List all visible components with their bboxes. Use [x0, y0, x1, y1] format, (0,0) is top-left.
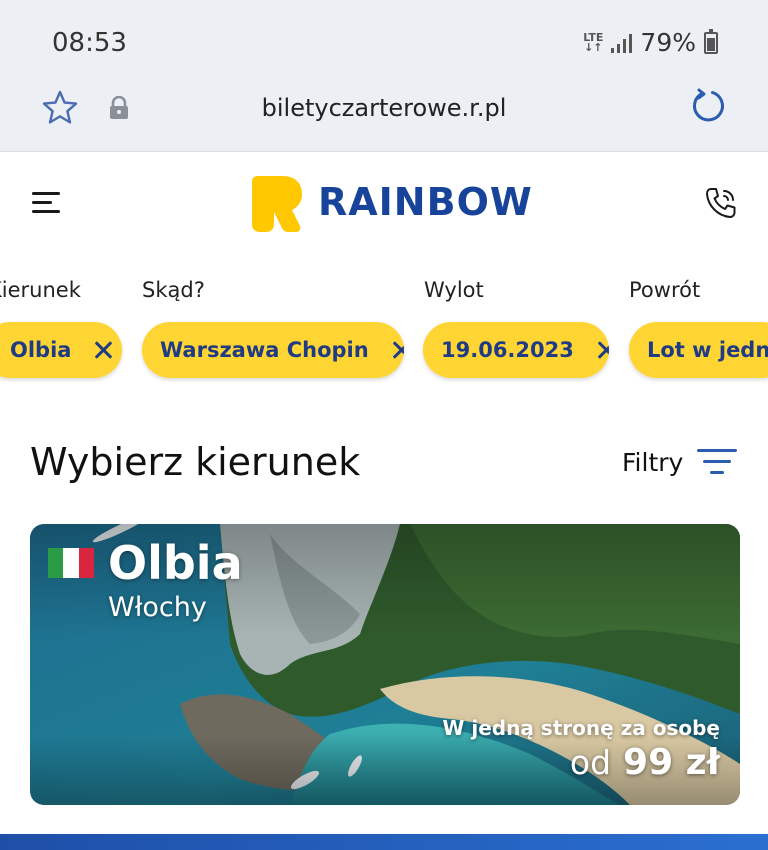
italy-flag-icon [48, 548, 94, 578]
label-departure: Wylot [424, 278, 484, 302]
label-from: Skąd? [142, 278, 205, 302]
search-labels: Kierunek Skąd? Wylot Powrót [0, 278, 768, 308]
bottom-section-edge [0, 834, 768, 850]
chip-departure-label: 19.06.2023 [441, 338, 574, 362]
rainbow-logo[interactable]: RAINBOW [252, 172, 533, 232]
destination-card[interactable]: Olbia Włochy W jedną stronę za osobę od … [30, 524, 740, 805]
clear-departure-icon[interactable] [596, 340, 609, 360]
price: od 99 zł [570, 742, 720, 783]
chip-return-label: Lot w jedną [647, 338, 768, 362]
chip-destination-label: Olbia [10, 338, 72, 362]
clear-destination-icon[interactable] [93, 340, 113, 360]
battery-percent: 79% [640, 28, 696, 57]
label-destination: Kierunek [0, 278, 81, 302]
url-field[interactable]: biletyczarterowe.r.pl [0, 94, 768, 122]
price-note: W jedną stronę za osobę [442, 716, 720, 740]
chip-return[interactable]: Lot w jedną [629, 322, 768, 378]
status-icons: LTE ↓↑ 79% [583, 28, 718, 57]
price-value: 99 zł [623, 742, 720, 783]
battery-icon [704, 28, 718, 54]
chip-destination[interactable]: Olbia [0, 322, 122, 378]
menu-icon[interactable] [32, 190, 62, 216]
browser-address-bar: biletyczarterowe.r.pl [0, 80, 768, 152]
chip-from-label: Warszawa Chopin [160, 338, 369, 362]
lte-icon: LTE ↓↑ [583, 30, 604, 54]
reload-icon[interactable] [690, 88, 726, 124]
card-city: Olbia [108, 536, 243, 590]
chip-from[interactable]: Warszawa Chopin [142, 322, 404, 378]
logo-mark-icon [252, 176, 302, 232]
section-title: Wybierz kierunek [30, 440, 361, 484]
phone-icon[interactable] [704, 186, 738, 220]
filter-icon [697, 444, 738, 480]
filters-label: Filtry [622, 447, 684, 477]
status-bar: 08:53 LTE ↓↑ 79% [0, 0, 768, 80]
site-header: RAINBOW [0, 152, 768, 256]
chip-departure[interactable]: 19.06.2023 [423, 322, 609, 378]
search-chips: Olbia Warszawa Chopin 19.06.2023 Lot w j… [0, 322, 768, 380]
signal-icon [611, 33, 633, 53]
filters-button[interactable]: Filtry [622, 444, 738, 480]
clear-from-icon[interactable] [391, 340, 404, 360]
label-return: Powrót [629, 278, 701, 302]
brand-name: RAINBOW [318, 180, 533, 224]
network-label: LTE [583, 30, 604, 44]
status-time: 08:53 [52, 28, 127, 58]
price-prefix: od [569, 743, 612, 782]
card-country: Włochy [108, 592, 207, 623]
